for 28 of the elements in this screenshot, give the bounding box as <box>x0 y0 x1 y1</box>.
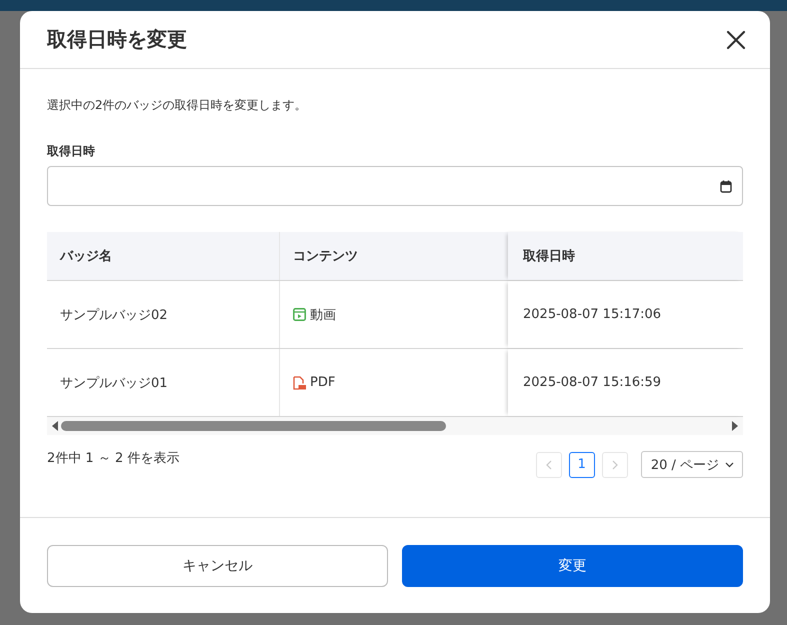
chevron-left-icon <box>546 460 552 470</box>
field-label: 取得日時 <box>47 143 96 159</box>
column-header: バッジ名 <box>47 232 280 280</box>
content-type: 動画 <box>310 306 336 324</box>
date-field[interactable] <box>47 166 743 206</box>
table-cell: サンプルバッジ01 <box>47 349 280 416</box>
chevron-right-icon <box>612 460 618 470</box>
table-cell: 2025-08-07 15:16:59 <box>508 349 743 416</box>
horizontal-scrollbar[interactable] <box>47 417 743 435</box>
scroll-left-icon[interactable] <box>51 421 59 431</box>
column-header: 取得日時 <box>508 232 743 280</box>
page-size-select[interactable]: 20 / ページ <box>640 451 743 478</box>
chevron-down-icon <box>725 462 734 468</box>
calendar-icon[interactable] <box>720 180 732 192</box>
description: 選択中の2件のバッジの取得日時を変更します。 <box>47 97 308 113</box>
cancel-button[interactable]: キャンセル <box>47 545 388 587</box>
confirm-button[interactable]: 変更 <box>402 545 743 587</box>
close-icon[interactable] <box>726 30 746 50</box>
content-type: PDF <box>310 375 336 390</box>
column-header: コンテンツ <box>292 248 359 266</box>
table-cell: サンプルバッジ02 <box>47 281 280 348</box>
result-summary: 2件中 1 ～ 2 件を表示 <box>47 450 180 468</box>
page-button[interactable]: 1 <box>568 452 595 478</box>
table-cell: 2025-08-07 15:17:06 <box>508 281 743 348</box>
pdf-file-icon <box>293 376 306 390</box>
video-icon <box>293 308 306 321</box>
scroll-right-icon[interactable] <box>731 421 739 431</box>
dialog-title: 取得日時を変更 <box>47 26 187 53</box>
